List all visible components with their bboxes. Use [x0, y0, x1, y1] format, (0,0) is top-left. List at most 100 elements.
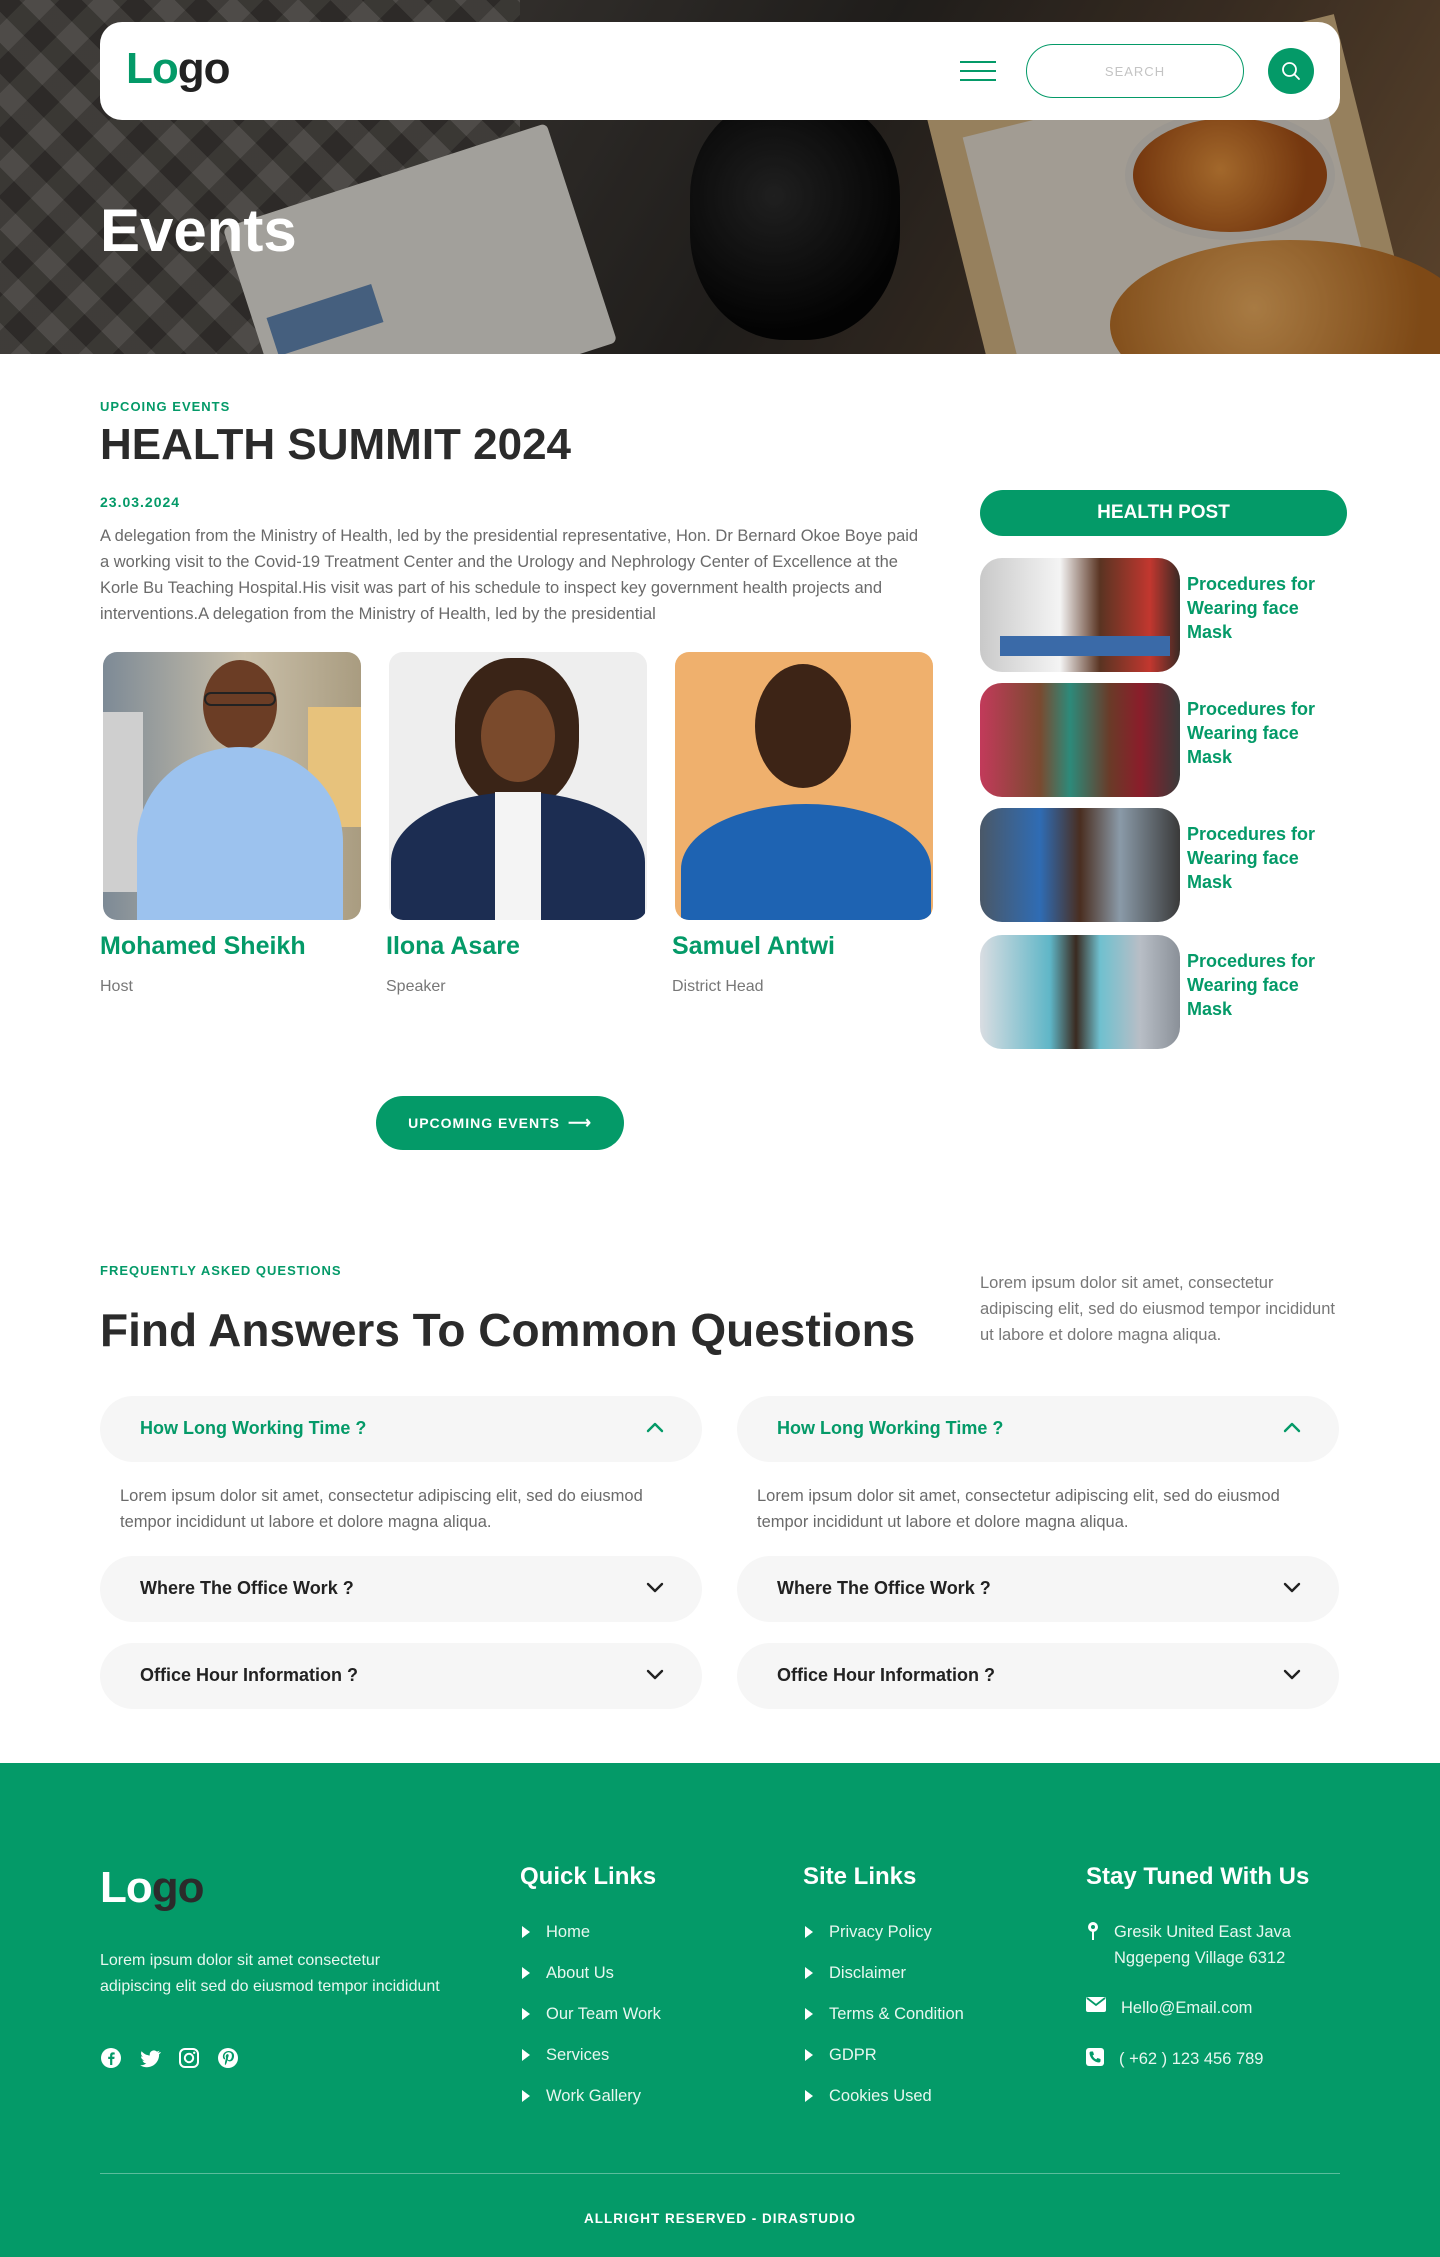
contact-title: Stay Tuned With Us — [1086, 1863, 1310, 1890]
footer-link-label: GDPR — [829, 2046, 877, 2064]
search-icon — [1282, 62, 1300, 80]
speaker-name: Samuel Antwi — [672, 932, 835, 960]
faq-question: Where The Office Work ? — [777, 1578, 991, 1598]
contact-phone[interactable]: ( +62 ) 123 456 789 — [1086, 2046, 1264, 2072]
speaker-role: District Head — [672, 978, 764, 995]
footer-link-about[interactable]: About Us — [522, 1964, 614, 1983]
faq-question: Office Hour Information ? — [777, 1665, 995, 1685]
footer-link-team[interactable]: Our Team Work — [522, 2005, 661, 2024]
health-post-item[interactable]: Procedures for Wearing face Mask — [980, 935, 1350, 1049]
health-post-item[interactable]: Procedures for Wearing face Mask — [980, 808, 1350, 922]
post-title: Procedures for Wearing face Mask — [1187, 824, 1316, 892]
footer-link-label: Disclaimer — [829, 1964, 907, 1982]
search-input[interactable] — [1026, 44, 1244, 98]
menu-line — [960, 79, 996, 81]
event-date: 23.03.2024 — [100, 494, 181, 510]
footer-link-gallery[interactable]: Work Gallery — [522, 2087, 641, 2106]
instagram-icon[interactable] — [178, 2047, 200, 2069]
photo-shirt — [681, 804, 931, 920]
triangle-right-icon — [522, 1926, 530, 1938]
facebook-icon[interactable] — [100, 2047, 122, 2069]
faq-title: Find Answers To Common Questions — [100, 1304, 916, 1356]
post-thumbnail — [980, 683, 1180, 797]
chevron-down-icon — [646, 1582, 664, 1593]
faq-question: How Long Working Time ? — [140, 1418, 367, 1438]
logo-part-2: go — [177, 44, 231, 93]
post-title: Procedures for Wearing face Mask — [1187, 574, 1316, 642]
pinterest-icon[interactable] — [217, 2047, 239, 2069]
speaker-card: Ilona Asare Speaker — [386, 652, 648, 995]
faq-item[interactable]: How Long Working Time ? — [100, 1396, 702, 1462]
logo-part-1: Lo — [100, 1863, 153, 1912]
location-pin-icon — [1088, 1922, 1098, 1940]
footer-link-label: About Us — [546, 1964, 614, 1982]
triangle-right-icon — [805, 2008, 813, 2020]
faq-answer: Lorem ipsum dolor sit amet, consectetur … — [757, 1487, 1280, 1531]
faq-item[interactable]: Where The Office Work ? — [100, 1556, 702, 1622]
photo-blouse — [495, 792, 541, 920]
footer-link-label: Services — [546, 2046, 610, 2064]
footer-link-cookies[interactable]: Cookies Used — [805, 2087, 932, 2106]
triangle-right-icon — [522, 1967, 530, 1979]
triangle-right-icon — [522, 2049, 530, 2061]
triangle-right-icon — [805, 2090, 813, 2102]
search-button[interactable] — [1268, 48, 1314, 94]
faq-item[interactable]: Office Hour Information ? — [100, 1643, 702, 1709]
footer-logo[interactable]: Logo — [100, 1863, 205, 1913]
footer-link-privacy[interactable]: Privacy Policy — [805, 1923, 932, 1942]
chevron-up-icon — [646, 1422, 664, 1433]
footer: Logo Lorem ipsum dolor sit amet consecte… — [0, 1763, 1440, 2257]
footer-link-gdpr[interactable]: GDPR — [805, 2046, 877, 2065]
footer-link-label: Home — [546, 1923, 591, 1941]
speaker-card: Mohamed Sheikh Host — [100, 652, 362, 995]
address-line-1: Gresik United East Java — [1114, 1923, 1291, 1941]
upcoming-events-button[interactable]: UPCOMING EVENTS ⟶ — [376, 1096, 624, 1150]
footer-link-label: Our Team Work — [546, 2005, 661, 2023]
faq-question: Office Hour Information ? — [140, 1665, 358, 1685]
page: Events Logo UPCOING EVENTS HEALTH SUMMIT… — [0, 0, 1440, 2257]
menu-icon[interactable] — [960, 59, 996, 83]
health-post-item[interactable]: Procedures for Wearing face Mask — [980, 558, 1350, 672]
speaker-role: Speaker — [386, 978, 446, 995]
arrow-right-icon: ⟶ — [567, 1115, 592, 1132]
health-post-item[interactable]: Procedures for Wearing face Mask — [980, 683, 1350, 797]
speaker-role: Host — [100, 978, 133, 995]
chevron-down-icon — [1283, 1582, 1301, 1593]
speaker-name: Ilona Asare — [386, 932, 520, 960]
footer-link-home[interactable]: Home — [522, 1923, 590, 1942]
photo-head — [755, 664, 851, 788]
speaker-photo — [675, 652, 933, 920]
page-title: Events — [100, 197, 297, 264]
post-thumbnail — [980, 935, 1180, 1049]
chevron-up-icon — [1283, 1422, 1301, 1433]
footer-link-label: Work Gallery — [546, 2087, 642, 2105]
footer-link-services[interactable]: Services — [522, 2046, 609, 2065]
footer-link-terms[interactable]: Terms & Condition — [805, 2005, 964, 2024]
faq-item[interactable]: Where The Office Work ? — [737, 1556, 1339, 1622]
speaker-name: Mohamed Sheikh — [100, 932, 306, 960]
contact-email[interactable]: Hello@Email.com — [1086, 1995, 1252, 2021]
twitter-icon[interactable] — [139, 2047, 161, 2069]
faq-question: Where The Office Work ? — [140, 1578, 354, 1598]
mail-icon — [1086, 1997, 1106, 2012]
footer-divider — [100, 2173, 1340, 2174]
triangle-right-icon — [522, 2090, 530, 2102]
speaker-photo — [389, 652, 647, 920]
logo-part-2: go — [151, 1863, 205, 1912]
faq-item[interactable]: How Long Working Time ? — [737, 1396, 1339, 1462]
post-title: Procedures for Wearing face Mask — [1187, 951, 1316, 1019]
footer-link-label: Privacy Policy — [829, 1923, 932, 1941]
post-title: Procedures for Wearing face Mask — [1187, 699, 1316, 767]
navbar: Logo — [100, 22, 1340, 120]
footer-link-label: Terms & Condition — [829, 2005, 964, 2023]
post-thumbnail — [980, 558, 1180, 672]
footer-link-disclaimer[interactable]: Disclaimer — [805, 1964, 906, 1983]
photo-glasses — [204, 692, 276, 706]
menu-line — [960, 61, 996, 63]
post-thumbnail — [980, 808, 1180, 922]
faq-item[interactable]: Office Hour Information ? — [737, 1643, 1339, 1709]
faq-question: How Long Working Time ? — [777, 1418, 1004, 1438]
health-post-header: HEALTH POST — [980, 490, 1347, 536]
phone-icon — [1086, 2048, 1104, 2066]
logo[interactable]: Logo — [126, 44, 231, 94]
